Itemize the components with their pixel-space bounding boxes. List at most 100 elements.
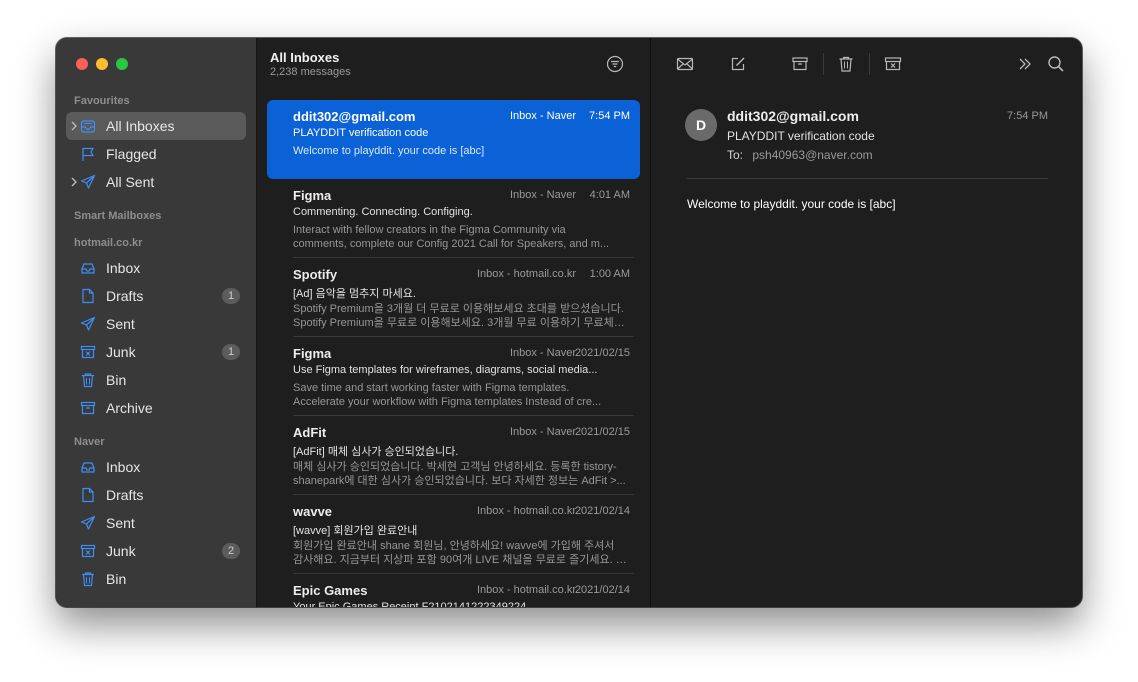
sidebar-item-naver-inbox[interactable]: Inbox: [66, 453, 246, 481]
mail-window: Favourites All Inboxes Flagged All Sent Smar…: [56, 38, 1082, 607]
trash-icon: [80, 372, 96, 388]
inbox-icon: [80, 260, 96, 276]
avatar: D: [685, 109, 717, 141]
message-sender: ddit302@gmail.com: [293, 109, 416, 124]
preview-line: comments, complete our Config 2021 Call …: [293, 238, 610, 250]
toolbar-separator: [823, 53, 824, 75]
sidebar-item-label: Inbox: [106, 260, 141, 276]
search-icon[interactable]: [1047, 55, 1065, 73]
message-subject: PLAYDDIT verification code: [727, 129, 875, 143]
sidebar-item-hotmail-co-kr-inbox[interactable]: Inbox: [66, 254, 246, 282]
message-mailbox: Inbox - hotmail.co.kr: [476, 505, 576, 517]
junk-icon: [80, 344, 96, 360]
preview-line: 감사해요. 지금부터 지상파 포함 90여개 LIVE 채널을 무료로 즐기세요…: [293, 554, 630, 566]
preview-line: Save time and start working faster with …: [293, 382, 570, 394]
sidebar-item-naver-junk[interactable]: Junk 2: [66, 537, 246, 565]
paper-plane-icon: [80, 515, 96, 531]
message-preview: Welcome to playddit. your code is [abc]: [293, 144, 630, 172]
message-list: ddit302@gmail.com Inbox - Naver 7:54 PM PLA…: [267, 100, 640, 607]
preview-line: 회원가입 완료안내 shane 회원님, 안녕하세요! wavve에 가입해 주…: [293, 540, 615, 552]
reader-pane: D ddit302@gmail.com 7:54 PM PLAYDDIT ver…: [651, 38, 1082, 607]
sidebar-section-naver[interactable]: Naver: [74, 435, 256, 449]
message-time: 2021/02/14: [574, 584, 630, 596]
window-controls: [76, 58, 128, 70]
toolbar-separator: [869, 53, 870, 75]
message-mailbox: Inbox - hotmail.co.kr: [476, 268, 576, 280]
sidebar-item-hotmail-co-kr-bin[interactable]: Bin: [66, 366, 246, 394]
sidebar-item-naver-bin[interactable]: Bin: [66, 565, 246, 593]
message-time: 7:54 PM: [589, 110, 630, 122]
message-sender: Figma: [293, 188, 332, 203]
header-divider: [687, 178, 1048, 179]
message-sender: Figma: [293, 346, 332, 361]
preview-line: Spotify Premium을 3개월 더 무료로 이용해보세요 초대를 받으…: [293, 303, 624, 315]
message-preview: 회원가입 완료안내 shane 회원님, 안녕하세요! wavve에 가입해 주…: [293, 539, 630, 567]
sidebar-item-label: Flagged: [106, 146, 157, 162]
message-time: 7:54 PM: [1007, 110, 1048, 122]
sidebar-item-label: Bin: [106, 372, 127, 388]
message-subject: PLAYDDIT verification code: [293, 127, 429, 139]
document-icon: [80, 487, 96, 503]
sidebar-section-hotmail-co-kr[interactable]: hotmail.co.kr: [74, 236, 256, 250]
filter-icon[interactable]: [606, 55, 624, 73]
preview-line: 매체 심사가 승인되었습니다. 박세현 고객님 안녕하세요. 등록한 tisto…: [293, 461, 617, 473]
archive-icon[interactable]: [791, 55, 809, 73]
sidebar-item-favourites-all-sent[interactable]: All Sent: [66, 168, 246, 196]
message-preview: Save time and start working faster with …: [293, 381, 630, 409]
sidebar-item-naver-drafts[interactable]: Drafts: [66, 481, 246, 509]
archive-icon: [80, 400, 96, 416]
sidebar-item-label: Sent: [106, 515, 135, 531]
trash-icon[interactable]: [837, 55, 855, 73]
sidebar-item-label: Bin: [106, 571, 127, 587]
paper-plane-icon: [80, 316, 96, 332]
message-subject: [Ad] 음악을 멈추지 마세요.: [293, 288, 416, 300]
preview-line: Interact with fellow creators in the Fig…: [293, 224, 566, 236]
message-row[interactable]: ddit302@gmail.com Inbox - Naver 7:54 PM PLA…: [267, 100, 640, 179]
message-row[interactable]: Figma Inbox - Naver 4:01 AM Commenting. Con…: [267, 179, 640, 258]
message-row[interactable]: AdFit Inbox - Naver 2021/02/15 [AdFit] 매체 심…: [267, 416, 640, 495]
sidebar-item-naver-sent[interactable]: Sent: [66, 509, 246, 537]
list-title: All Inboxes: [270, 50, 340, 65]
sidebar-section-favourites[interactable]: Favourites: [74, 94, 256, 108]
message-row[interactable]: Spotify Inbox - hotmail.co.kr 1:00 AM [Ad] …: [267, 258, 640, 337]
junk-icon: [80, 543, 96, 559]
message-row[interactable]: wavve Inbox - hotmail.co.kr 2021/02/14 [wav…: [267, 495, 640, 574]
message-subject: [wavve] 회원가입 완료안내: [293, 525, 418, 537]
recipient-address[interactable]: psh40963@naver.com: [752, 148, 872, 162]
message-mailbox: Inbox - hotmail.co.kr: [476, 584, 576, 596]
sidebar-item-favourites-all-inboxes[interactable]: All Inboxes: [66, 112, 246, 140]
sidebar-item-label: Drafts: [106, 487, 144, 503]
sender-address[interactable]: ddit302@gmail.com: [727, 108, 859, 124]
message-time: 2021/02/15: [574, 426, 630, 438]
sidebar-item-hotmail-co-kr-junk[interactable]: Junk 1: [66, 338, 246, 366]
more-chevrons-icon[interactable]: [1016, 55, 1034, 73]
sidebar-item-favourites-flagged[interactable]: Flagged: [66, 140, 246, 168]
message-row[interactable]: Figma Inbox - Naver 2021/02/15 Use Figma te…: [267, 337, 640, 416]
zoom-button[interactable]: [116, 58, 128, 70]
message-time: 2021/02/15: [574, 347, 630, 359]
message-time: 2021/02/14: [574, 505, 630, 517]
message-time: 1:00 AM: [589, 268, 630, 280]
junk-icon[interactable]: [884, 55, 902, 73]
disclosure-chevron-icon[interactable]: [70, 119, 78, 133]
disclosure-chevron-icon[interactable]: [70, 175, 78, 189]
sidebar-item-hotmail-co-kr-drafts[interactable]: Drafts 1: [66, 282, 246, 310]
unread-badge: 1: [222, 288, 240, 304]
message-subject: Use Figma templates for wireframes, diag…: [293, 364, 598, 376]
list-header: All Inboxes 2,238 messages: [270, 50, 351, 78]
message-mailbox: Inbox - Naver: [509, 189, 576, 201]
trash-icon: [80, 571, 96, 587]
sidebar-item-hotmail-co-kr-sent[interactable]: Sent: [66, 310, 246, 338]
preview-line: shanepark에 대한 심사가 승인되었습니다. 보다 자세한 정보는 Ad…: [293, 475, 626, 487]
sidebar-item-hotmail-co-kr-archive[interactable]: Archive: [66, 394, 246, 422]
unread-badge: 2: [222, 543, 240, 559]
minimize-button[interactable]: [96, 58, 108, 70]
message-row[interactable]: Epic Games Inbox - hotmail.co.kr 2021/02/1…: [267, 574, 640, 607]
to-label: To:: [727, 148, 744, 162]
compose-icon[interactable]: [729, 55, 747, 73]
close-button[interactable]: [76, 58, 88, 70]
message-time: 4:01 AM: [589, 189, 630, 201]
message-sender: Epic Games: [293, 583, 368, 598]
sidebar-section-smart-mailboxes[interactable]: Smart Mailboxes: [74, 209, 256, 223]
envelope-icon[interactable]: [676, 55, 694, 73]
